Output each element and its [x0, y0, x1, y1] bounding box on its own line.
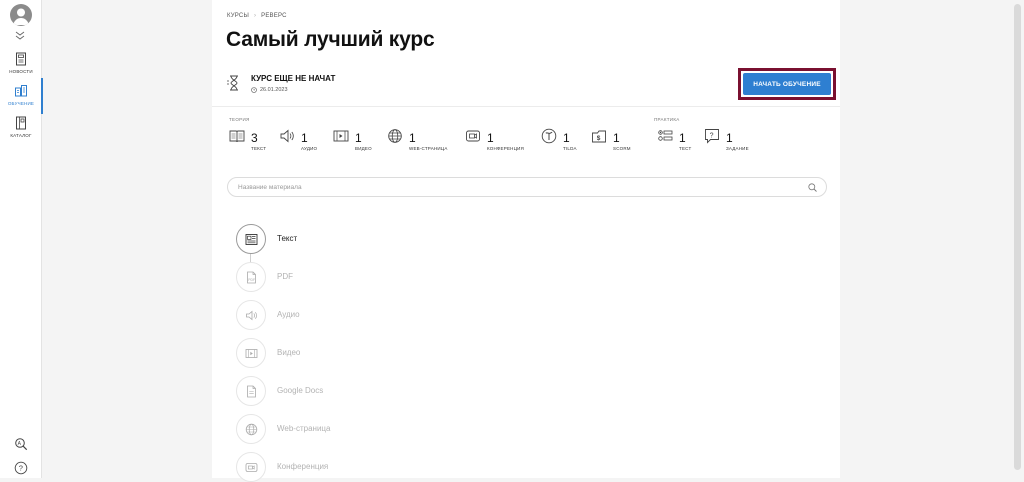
stat-count: 3 [251, 131, 258, 145]
video-icon [245, 347, 258, 360]
material-item-pdf[interactable]: PDF PDF [236, 262, 536, 292]
course-status: КУРС ЕЩЕ НЕ НАЧАТ 26.01.2023 [226, 74, 335, 93]
stat-count: 1 [355, 131, 362, 145]
catalog-icon [14, 116, 28, 130]
globe-icon [387, 128, 403, 144]
audio-icon [279, 128, 295, 144]
divider [212, 106, 840, 107]
course-card: КУРСЫ › РЕВЕРС Самый лучший курс КУРС ЕЩ… [212, 0, 840, 482]
material-item-text[interactable]: Текст [236, 224, 536, 254]
avatar[interactable] [10, 4, 32, 26]
stat-count: 1 [613, 131, 620, 145]
material-label: Конференция [277, 462, 329, 471]
material-item-web-page[interactable]: Web-страница [236, 414, 536, 444]
svg-text:PDF: PDF [248, 278, 255, 282]
material-label: PDF [277, 272, 293, 281]
svg-text:?: ? [19, 464, 23, 473]
sidebar-item-catalog[interactable]: КАТАЛОГ [0, 116, 42, 146]
material-icon-circle [236, 376, 266, 406]
breadcrumb-current[interactable]: РЕВЕРС [261, 13, 286, 19]
breadcrumb: КУРСЫ › РЕВЕРС [227, 13, 287, 19]
svg-text:?: ? [710, 132, 714, 139]
audio-icon [245, 309, 258, 322]
search-input[interactable] [238, 182, 798, 193]
video-icon [333, 128, 349, 144]
search-icon[interactable] [808, 183, 817, 192]
material-item-google-docs[interactable]: Google Docs [236, 376, 536, 406]
stat-label: ТЕСТ [679, 146, 692, 151]
status-date: 26.01.2023 [251, 87, 335, 93]
material-item-video[interactable]: Видео [236, 338, 536, 368]
material-label: Google Docs [277, 386, 324, 395]
stat-count: 1 [301, 131, 308, 145]
conference-icon [465, 128, 481, 144]
scorm-icon: $ [591, 128, 607, 144]
material-label: Текст [277, 234, 298, 243]
text-icon [245, 233, 258, 246]
stat-count: 1 [563, 131, 570, 145]
stat-count: 1 [679, 131, 686, 145]
learning-icon [14, 84, 28, 98]
sidebar-item-news[interactable]: НОВОСТИ [0, 52, 42, 82]
material-search [227, 177, 827, 197]
pdf-icon: PDF [245, 271, 258, 284]
stat-count: 1 [487, 131, 494, 145]
task-icon: ? [704, 128, 720, 144]
page-scrollbar[interactable] [1011, 0, 1024, 478]
svg-text:$: $ [597, 135, 601, 142]
material-icon-circle: PDF [236, 262, 266, 292]
start-button-highlight: НАЧАТЬ ОБУЧЕНИЕ [738, 68, 836, 100]
hourglass-icon [226, 74, 242, 92]
theory-label: ТЕОРИЯ [229, 117, 250, 122]
sidebar-item-learning[interactable]: ОБУЧЕНИЕ [0, 78, 43, 114]
stat-label: АУДИО [301, 146, 318, 151]
material-icon-circle [236, 224, 266, 254]
stat-label: ЗАДАНИЕ [726, 146, 749, 151]
material-icon-circle [236, 300, 266, 330]
material-item-audio[interactable]: Аудио [236, 300, 536, 330]
stat-label: TILDA [563, 146, 577, 151]
stat-label: WEB-СТРАНИЦА [409, 146, 448, 151]
stat-label: SCORM [613, 146, 631, 151]
stat-count: 1 [726, 131, 733, 145]
test-icon [657, 128, 673, 144]
scrollbar-thumb[interactable] [1014, 4, 1021, 470]
breadcrumb-separator-icon: › [253, 13, 257, 19]
stat-label: ТЕКСТ [251, 146, 267, 151]
stat-label: ВИДЕО [355, 146, 372, 151]
search-text-icon[interactable]: A [14, 437, 28, 451]
news-icon [14, 52, 28, 66]
practice-label: ПРАКТИКА [654, 117, 680, 122]
svg-text:A: A [18, 441, 22, 447]
side-nav: НОВОСТИ ОБУЧЕНИЕ КАТАЛОГ A ? [0, 0, 43, 478]
material-label: Web-страница [277, 424, 331, 433]
help-icon[interactable]: ? [14, 461, 28, 475]
material-label: Видео [277, 348, 301, 357]
sidebar-item-label: ОБУЧЕНИЕ [7, 101, 35, 106]
clock-icon [251, 87, 257, 93]
stat-count: 1 [409, 131, 416, 145]
material-label: Аудио [277, 310, 300, 319]
tilda-icon [541, 128, 557, 144]
text-icon [229, 128, 245, 144]
status-title: КУРС ЕЩЕ НЕ НАЧАТ [251, 74, 336, 83]
status-date-text: 26.01.2023 [260, 87, 288, 93]
sidebar-item-label: НОВОСТИ [9, 69, 33, 74]
page-title: Самый лучший курс [226, 28, 435, 51]
material-icon-circle [236, 414, 266, 444]
document-icon [245, 385, 258, 398]
stat-label: КОНФЕРЕНЦИЯ [487, 146, 525, 151]
globe-icon [245, 423, 258, 436]
collapse-menu-icon[interactable] [14, 30, 26, 40]
conference-icon [245, 461, 258, 474]
material-icon-circle [236, 338, 266, 368]
sidebar-item-label: КАТАЛОГ [10, 133, 32, 138]
start-learning-button[interactable]: НАЧАТЬ ОБУЧЕНИЕ [743, 73, 831, 95]
breadcrumb-courses[interactable]: КУРСЫ [227, 13, 249, 19]
